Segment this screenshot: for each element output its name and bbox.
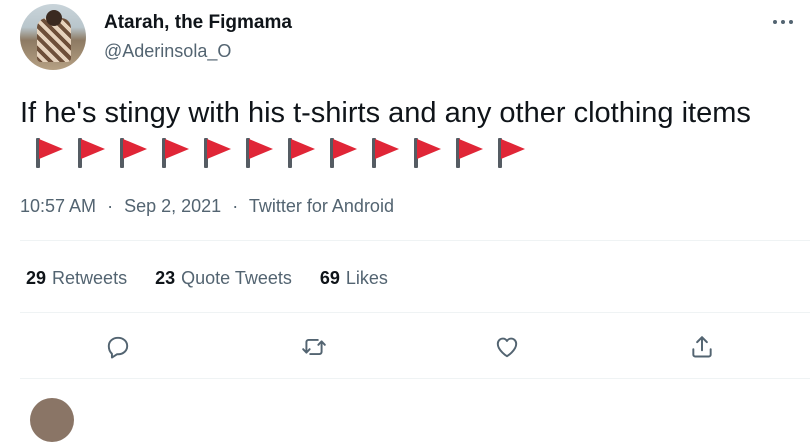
next-reply-avatar[interactable] [30,398,74,442]
retweets-label: Retweets [52,268,128,288]
author-avatar[interactable] [20,4,86,70]
likes-label: Likes [345,268,388,288]
red-flag-icon [412,136,443,169]
more-dot [773,20,777,24]
red-flag-icon [76,136,107,169]
tweet-actions [0,330,810,364]
tweet-text: If he's stingy with his t-shirts and any… [20,94,780,170]
tweet-time[interactable]: 10:57 AM [20,196,96,216]
author-name[interactable]: Atarah, the Figmama [104,12,292,34]
tweet-date[interactable]: Sep 2, 2021 [124,196,221,216]
red-flag-emojis [34,136,527,169]
like-icon [496,337,518,358]
likes-stat[interactable]: 69 Likes [320,268,388,289]
retweet-icon [302,338,326,356]
share-icon [692,336,712,358]
likes-count: 69 [319,268,340,288]
more-dot [789,20,793,24]
red-flag-icon [202,136,233,169]
quote-tweets-label: Quote Tweets [181,268,292,288]
more-options-icon[interactable] [773,16,797,28]
share-button[interactable] [685,330,719,364]
quote-tweets-stat[interactable]: 23 Quote Tweets [155,268,292,289]
avatar-head [46,10,62,26]
more-dot [781,20,785,24]
red-flag-icon [244,136,275,169]
red-flag-icon [328,136,359,169]
red-flag-icon [454,136,485,169]
reply-button[interactable] [101,330,135,364]
author-handle[interactable]: @Aderinsola_O [104,41,231,62]
retweet-button[interactable] [297,330,331,364]
meta-separator: · [107,196,114,216]
tweet-stats: 29 Retweets 23 Quote Tweets 69 Likes [26,268,388,289]
quote-tweets-count: 23 [155,268,176,288]
red-flag-icon [496,136,527,169]
retweets-stat[interactable]: 29 Retweets [26,268,127,289]
retweets-count: 29 [26,268,47,288]
meta-separator: · [232,196,239,216]
reply-icon [107,336,129,359]
divider [20,312,810,313]
tweet-meta: 10:57 AM · Sep 2, 2021 · Twitter for And… [20,196,394,217]
red-flag-icon [286,136,317,169]
red-flag-icon [34,136,65,169]
red-flag-icon [160,136,191,169]
tweet-source[interactable]: Twitter for Android [249,196,394,216]
red-flag-icon [118,136,149,169]
red-flag-icon [370,136,401,169]
like-button[interactable] [490,330,524,364]
divider [20,378,810,379]
tweet-body: If he's stingy with his t-shirts and any… [20,97,751,129]
divider [20,240,810,241]
